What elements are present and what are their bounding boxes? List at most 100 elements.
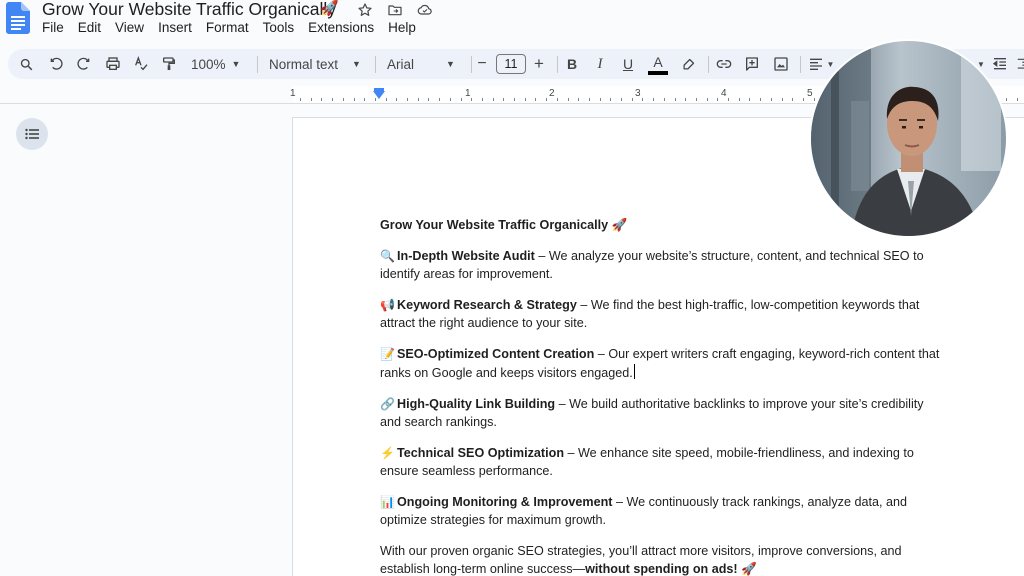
- print-icon[interactable]: [103, 49, 123, 79]
- menu-edit[interactable]: Edit: [78, 20, 107, 35]
- zoom-dropdown[interactable]: 100% ▼: [191, 49, 240, 79]
- ruler-tick: [471, 98, 473, 101]
- left-indent-marker[interactable]: [373, 91, 385, 99]
- spelling-check-icon[interactable]: [131, 49, 151, 79]
- magnifier-emoji: 🔍: [380, 249, 395, 264]
- ruler-tick: [642, 98, 644, 101]
- ruler-tick: [610, 98, 612, 101]
- ruler-tick: [556, 98, 558, 101]
- menu-tools[interactable]: Tools: [263, 20, 301, 35]
- ruler-tick: [524, 98, 526, 101]
- text-cursor: [633, 363, 635, 379]
- ruler-tick: [567, 98, 569, 101]
- ruler-tick: [417, 98, 419, 101]
- service-item-title: SEO-Optimized Content Creation: [397, 347, 595, 362]
- font-family-value: Arial: [387, 56, 415, 72]
- service-item[interactable]: 📝 SEO-Optimized Content Creation – Our ex…: [380, 346, 942, 382]
- italic-button[interactable]: I: [592, 49, 608, 79]
- menu-help[interactable]: Help: [388, 20, 422, 35]
- ruler-tick: [439, 98, 441, 101]
- service-item-title: Keyword Research & Strategy: [397, 298, 577, 313]
- ruler-tick: [728, 98, 729, 101]
- link-emoji: 🔗: [380, 397, 395, 412]
- increase-font-size-button[interactable]: +: [531, 49, 547, 79]
- rocket-emoji: 🚀: [611, 218, 628, 232]
- decrease-font-size-button[interactable]: −: [474, 49, 490, 79]
- menu-insert[interactable]: Insert: [158, 20, 198, 35]
- title-rocket-emoji: 🚀: [320, 0, 339, 17]
- ruler-tick: [535, 98, 537, 101]
- ruler-tick: [770, 98, 772, 101]
- service-item[interactable]: 🔗 High-Quality Link Building – We build a…: [380, 396, 942, 431]
- underline-button[interactable]: U: [620, 49, 636, 79]
- toolbar-divider: [708, 56, 709, 73]
- presenter-photo: [811, 41, 1006, 236]
- insert-link-icon[interactable]: [714, 49, 734, 79]
- more-options-icon[interactable]: [1016, 49, 1024, 79]
- ruler-tick: [428, 98, 430, 101]
- text-color-letter: A: [653, 54, 663, 70]
- service-item-title: Ongoing Monitoring & Improvement: [397, 495, 613, 510]
- document-body[interactable]: Grow Your Website Traffic Organically 🚀 …: [380, 217, 942, 576]
- ruler-number: 1: [465, 88, 471, 99]
- ruler-tick: [546, 98, 548, 101]
- highlight-color-icon[interactable]: [679, 49, 697, 79]
- ruler-tick: [407, 98, 408, 101]
- paint-format-icon[interactable]: [159, 49, 179, 79]
- service-item-title: In-Depth Website Audit: [397, 249, 535, 264]
- star-icon[interactable]: [356, 1, 374, 19]
- menu-file[interactable]: File: [42, 20, 70, 35]
- toolbar-divider: [375, 56, 376, 73]
- font-size-input[interactable]: 11: [496, 54, 526, 74]
- service-item[interactable]: 📢 Keyword Research & Strategy – We find t…: [380, 297, 942, 332]
- text-color-button[interactable]: A: [647, 49, 669, 79]
- outline-list-icon: [25, 128, 39, 140]
- ruler-tick: [663, 98, 665, 101]
- google-docs-logo-icon[interactable]: [6, 2, 30, 34]
- redo-icon[interactable]: [74, 49, 94, 79]
- menu-extensions[interactable]: Extensions: [308, 20, 380, 35]
- service-item[interactable]: ⚡ Technical SEO Optimization – We enhance…: [380, 445, 942, 480]
- menu-bar: File Edit View Insert Format Tools Exten…: [42, 20, 430, 35]
- ruler-tick: [631, 98, 633, 101]
- ruler-tick: [514, 98, 515, 101]
- move-to-folder-icon[interactable]: [386, 1, 404, 19]
- ruler-tick: [332, 98, 334, 101]
- insert-image-icon[interactable]: [771, 49, 791, 79]
- service-item[interactable]: 📊 Ongoing Monitoring & Improvement – We c…: [380, 494, 942, 529]
- paragraph-style-value: Normal text: [269, 56, 339, 72]
- ruler-tick: [738, 98, 740, 101]
- paragraph-style-dropdown[interactable]: Normal text ▼: [269, 49, 361, 79]
- undo-icon[interactable]: [46, 49, 66, 79]
- decrease-indent-icon[interactable]: [991, 49, 1009, 79]
- ruler-tick: [802, 98, 804, 101]
- ruler-tick: [449, 98, 451, 101]
- megaphone-emoji: 📢: [380, 298, 395, 313]
- menu-view[interactable]: View: [115, 20, 150, 35]
- chevron-down-icon: ▼: [446, 59, 455, 69]
- zoom-value: 100%: [191, 56, 226, 72]
- ruler-tick: [396, 98, 398, 101]
- ruler-tick: [588, 98, 590, 101]
- heading-text: Grow Your Website Traffic Organically: [380, 218, 609, 232]
- ruler-tick: [792, 98, 794, 101]
- add-comment-icon[interactable]: [742, 49, 762, 79]
- closing-paragraph[interactable]: With our proven organic SEO strategies, …: [380, 543, 942, 576]
- ruler-tick: [300, 98, 301, 101]
- show-outline-button[interactable]: [16, 118, 48, 150]
- ruler-tick: [760, 98, 762, 101]
- service-item[interactable]: 🔍 In-Depth Website Audit – We analyze you…: [380, 248, 942, 283]
- header: Grow Your Website Traffic Organically 🚀 …: [0, 0, 1024, 44]
- ruler-number: 1: [290, 88, 296, 99]
- cloud-saved-icon[interactable]: [416, 1, 434, 19]
- ruler-tick: [364, 98, 366, 101]
- ruler-tick: [653, 98, 655, 101]
- bold-button[interactable]: B: [564, 49, 580, 79]
- document-title[interactable]: Grow Your Website Traffic Organically: [42, 0, 336, 20]
- menu-format[interactable]: Format: [206, 20, 255, 35]
- ruler-tick: [353, 98, 355, 101]
- search-menus-icon[interactable]: [16, 49, 36, 79]
- ruler-number: 5: [807, 88, 813, 99]
- font-family-dropdown[interactable]: Arial ▼: [387, 49, 455, 79]
- ruler-tick: [321, 98, 323, 101]
